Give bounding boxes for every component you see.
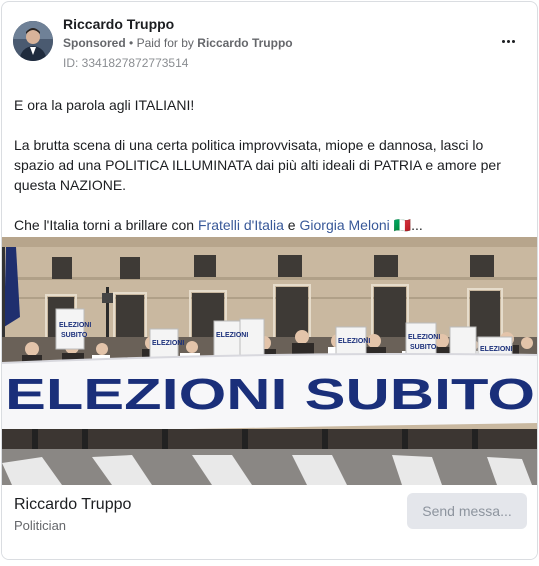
post-line-3-prefix: Che l'Italia torni a brillare con: [14, 217, 198, 233]
ad-card: Riccardo Truppo Sponsored • Paid for by …: [1, 1, 538, 560]
svg-text:ELEZIONI: ELEZIONI: [338, 338, 370, 345]
send-message-button[interactable]: Send messa...: [407, 493, 527, 529]
post-line-2: La brutta scena di una certa politica im…: [14, 137, 501, 193]
more-options-icon[interactable]: [496, 29, 520, 53]
giorgia-meloni-link[interactable]: Giorgia Meloni: [300, 217, 390, 233]
meta-separator: •: [129, 36, 134, 50]
footer-page-name[interactable]: Riccardo Truppo: [14, 496, 131, 514]
ad-id: ID: 3341827872773514: [63, 56, 189, 70]
svg-text:ELEZIONI: ELEZIONI: [480, 346, 512, 353]
post-text: E ora la parola agli ITALIANI! La brutta…: [14, 95, 524, 235]
advertiser-name[interactable]: Riccardo Truppo: [63, 16, 174, 32]
paid-for-name: Riccardo Truppo: [197, 36, 293, 50]
svg-text:ELEZIONI: ELEZIONI: [216, 332, 248, 339]
paid-for-prefix: Paid for by: [136, 36, 194, 50]
fratelli-ditalia-link[interactable]: Fratelli d'Italia: [198, 217, 284, 233]
svg-text:ELEZIONI: ELEZIONI: [408, 334, 440, 341]
post-line-1: E ora la parola agli ITALIANI!: [14, 97, 195, 113]
protest-photo: ELEZIONI SUBITO ELEZIONI ELEZIONI ELEZION…: [2, 237, 537, 485]
banner-text: ELEZIONI SUBITO: [5, 370, 535, 419]
sponsored-label: Sponsored: [63, 36, 126, 50]
ad-image[interactable]: ELEZIONI SUBITO ELEZIONI ELEZIONI ELEZION…: [2, 237, 537, 485]
svg-text:SUBITO: SUBITO: [61, 332, 88, 339]
ad-header: Riccardo Truppo Sponsored • Paid for by …: [2, 2, 537, 82]
ad-footer: Riccardo Truppo Politician Send messa...: [2, 485, 537, 559]
svg-text:ELEZIONI: ELEZIONI: [59, 322, 91, 329]
post-line-3-mid: e: [283, 217, 300, 233]
svg-text:SUBITO: SUBITO: [410, 344, 437, 351]
svg-text:ELEZIONI: ELEZIONI: [152, 340, 184, 347]
see-more[interactable]: 🇮🇹...: [390, 217, 423, 233]
avatar-photo: [13, 21, 53, 61]
post-line-3: Che l'Italia torni a brillare con Fratel…: [14, 215, 524, 235]
sponsored-line: Sponsored • Paid for by Riccardo Truppo: [63, 36, 293, 50]
avatar[interactable]: [13, 21, 53, 61]
footer-page-category: Politician: [14, 518, 67, 533]
